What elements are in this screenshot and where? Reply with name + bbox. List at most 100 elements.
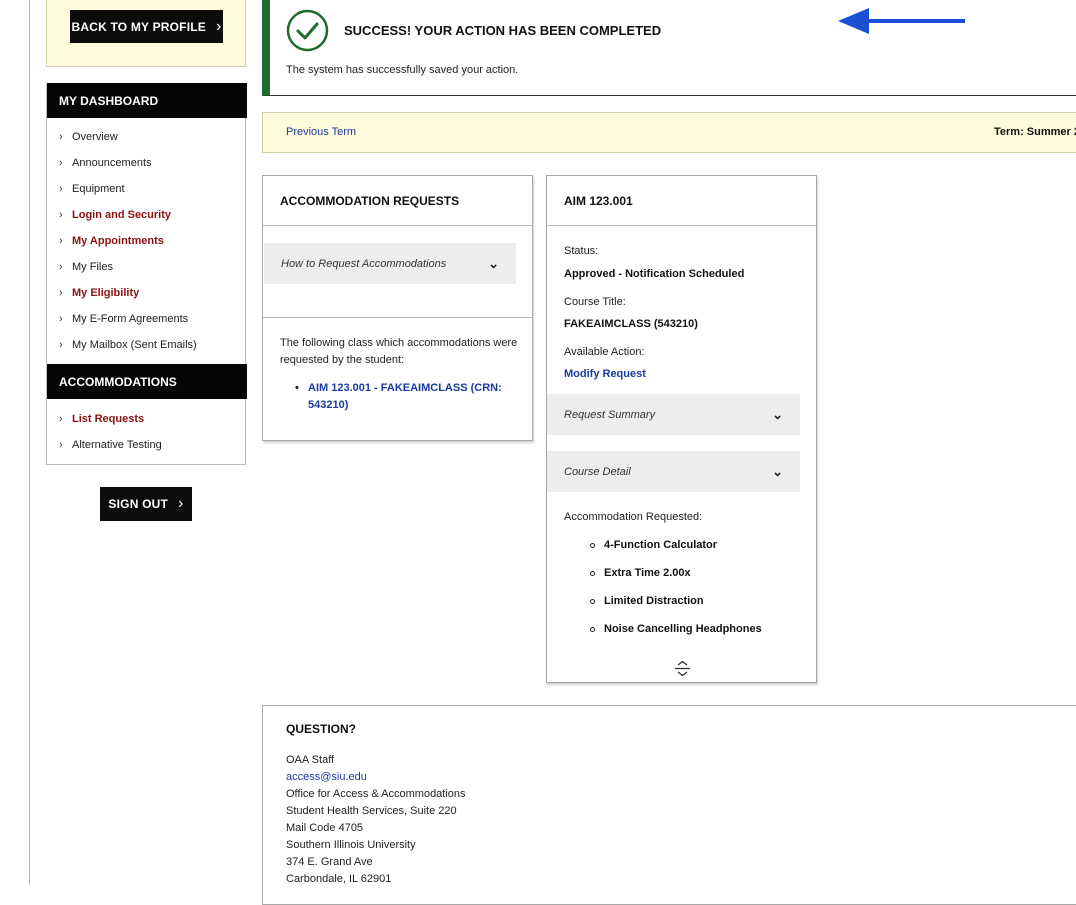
sidebar-item-label: List Requests [72, 413, 145, 425]
sidebar-item-label: My Eligibility [72, 287, 140, 299]
modify-request-link[interactable]: Modify Request [564, 368, 646, 380]
sidebar-item-label: My E-Form Agreements [72, 313, 189, 325]
list-item: Limited Distraction [590, 595, 704, 607]
question-section: QUESTION? OAA Staff access@siu.edu Offic… [262, 705, 1076, 905]
circle-bullet-icon [590, 570, 595, 576]
mail-code: Mail Code 4705 [286, 822, 364, 834]
list-item: Extra Time 2.00x [590, 567, 691, 579]
accommodation-requests-card: ACCOMMODATION REQUESTS How to Request Ac… [262, 175, 533, 441]
sidebar-item-files[interactable]: › My Files [47, 254, 247, 280]
accommodation-name: Noise Cancelling Headphones [604, 623, 762, 635]
city-address: Carbondale, IL 62901 [286, 873, 392, 885]
accordion-label: Course Detail [564, 465, 631, 478]
sidebar-item-label: My Appointments [72, 235, 164, 247]
sidebar-item-login-security[interactable]: › Login and Security [47, 202, 247, 228]
accommodation-name: Extra Time 2.00x [604, 567, 691, 579]
divider [263, 317, 532, 318]
dashboard-items: › Overview › Announcements › Equipment ›… [47, 124, 247, 358]
alert-title: SUCCESS! YOUR ACTION HAS BEEN COMPLETED [344, 23, 662, 38]
chevron-down-icon: ⌄ [488, 255, 499, 271]
sign-out-label: SIGN OUT [108, 497, 169, 511]
left-border-line [29, 0, 30, 885]
office-name: Office for Access & Accommodations [286, 788, 466, 800]
sidebar-item-announcements[interactable]: › Announcements [47, 150, 247, 176]
accommodation-name: Limited Distraction [604, 595, 704, 607]
chevron-right-icon: › [59, 439, 63, 451]
term-label: Term: Summer 2 [994, 126, 1076, 138]
list-item: 4-Function Calculator [590, 539, 717, 551]
sidebar-nav: MY DASHBOARD › Overview › Announcements … [46, 83, 247, 465]
accommodation-requested-label: Accommodation Requested: [564, 511, 703, 523]
accommodation-name: 4-Function Calculator [604, 539, 718, 551]
chevron-right-icon: › [178, 495, 184, 512]
list-item: Noise Cancelling Headphones [590, 623, 762, 635]
circle-bullet-icon [590, 626, 595, 632]
chevron-down-icon: ⌄ [772, 406, 783, 422]
alert-message: The system has successfully saved your a… [286, 64, 519, 76]
status-value: Approved - Notification Scheduled [564, 268, 745, 280]
chevron-right-icon: › [59, 339, 63, 351]
sidebar-item-label: Alternative Testing [72, 439, 162, 451]
course-card: AIM 123.001 Status: Approved - Notificat… [546, 175, 817, 683]
request-summary-accordion[interactable]: Request Summary ⌄ [547, 394, 800, 435]
course-detail-accordion[interactable]: Course Detail ⌄ [547, 451, 800, 492]
chevron-right-icon: › [59, 131, 63, 143]
sidebar-item-label: My Files [72, 261, 113, 273]
sidebar-item-mailbox[interactable]: › My Mailbox (Sent Emails) [47, 332, 247, 358]
accordion-label: Request Summary [564, 408, 656, 421]
term-bar: Previous Term Term: Summer 2 [262, 112, 1076, 153]
sidebar-item-eligibility[interactable]: › My Eligibility [47, 280, 247, 306]
sidebar-item-label: My Mailbox (Sent Emails) [72, 339, 197, 351]
sidebar-item-equipment[interactable]: › Equipment [47, 176, 247, 202]
sidebar-item-label: Overview [72, 131, 118, 143]
chevron-right-icon: › [59, 313, 63, 325]
card-title: AIM 123.001 [547, 176, 816, 226]
street-address: 374 E. Grand Ave [286, 856, 373, 868]
previous-term-link[interactable]: Previous Term [286, 126, 356, 138]
how-to-request-accordion[interactable]: How to Request Accommodations ⌄ [264, 243, 516, 284]
sidebar-item-alternative-testing[interactable]: › Alternative Testing [47, 432, 247, 458]
university-name: Southern Illinois University [286, 839, 416, 851]
chevron-right-icon: › [59, 183, 63, 195]
status-label: Status: [564, 245, 599, 257]
requests-description: The following class which accommodations… [280, 337, 518, 366]
bullet-icon: • [295, 382, 299, 394]
office-location: Student Health Services, Suite 220 [286, 805, 457, 817]
accommodation-items: › List Requests › Alternative Testing [47, 406, 247, 458]
class-list: • AIM 123.001 - FAKEAIMCLASS (CRN: 54321… [295, 380, 518, 414]
chevron-down-icon: ⌄ [772, 463, 783, 479]
sidebar-item-label: Announcements [72, 157, 152, 169]
sign-out-button[interactable]: SIGN OUT › [100, 487, 192, 521]
arrow-left-icon [838, 8, 965, 34]
sidebar-item-eform-agreements[interactable]: › My E-Form Agreements [47, 306, 247, 332]
accommodations-heading: ACCOMMODATIONS [47, 364, 247, 399]
sidebar-item-appointments[interactable]: › My Appointments [47, 228, 247, 254]
circle-bullet-icon [590, 598, 595, 604]
back-to-profile-button[interactable]: BACK TO MY PROFILE › [70, 10, 223, 43]
sidebar-item-label: Equipment [72, 183, 125, 195]
course-title-value: FAKEAIMCLASS (543210) [564, 318, 698, 330]
sidebar-item-label: Login and Security [72, 209, 172, 221]
contact-info: OAA Staff access@siu.edu Office for Acce… [286, 752, 466, 888]
dashboard-heading: MY DASHBOARD [47, 83, 247, 118]
question-title: QUESTION? [286, 722, 357, 736]
chevron-right-icon: › [59, 287, 63, 299]
circle-bullet-icon [590, 542, 595, 548]
card-title: ACCOMMODATION REQUESTS [263, 176, 532, 226]
chevron-right-icon: › [59, 209, 63, 221]
class-link[interactable]: AIM 123.001 - FAKEAIMCLASS (CRN: 543210) [308, 382, 502, 411]
course-title-label: Course Title: [564, 296, 626, 308]
chevron-right-icon: › [59, 157, 63, 169]
chevron-right-icon: › [59, 413, 63, 425]
sidebar-item-overview[interactable]: › Overview [47, 124, 247, 150]
available-action-label: Available Action: [564, 346, 645, 358]
sidebar-item-list-requests[interactable]: › List Requests [47, 406, 247, 432]
check-circle-icon [286, 9, 329, 52]
expand-icon[interactable] [674, 660, 691, 677]
email-link[interactable]: access@siu.edu [286, 769, 466, 786]
back-to-profile-label: BACK TO MY PROFILE [71, 19, 206, 34]
accordion-label: How to Request Accommodations [281, 257, 447, 270]
chevron-right-icon: › [59, 261, 63, 273]
chevron-right-icon: › [59, 235, 63, 247]
staff-name: OAA Staff [286, 754, 335, 766]
